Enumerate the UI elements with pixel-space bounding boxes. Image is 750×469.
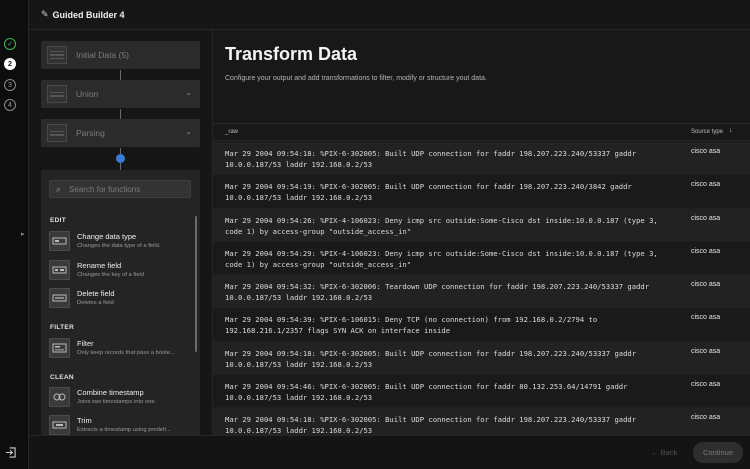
union-icon — [47, 85, 67, 103]
source-type-cell: cisco asa — [691, 314, 721, 322]
table-row[interactable]: Mar 29 2004 09:54:18: %PIX-6-302005: Bui… — [213, 341, 750, 376]
chevron-down-icon[interactable]: ⌄ — [185, 127, 192, 136]
table-row[interactable]: Mar 29 2004 09:54:32: %PIX-6-302006: Tea… — [213, 275, 750, 309]
chevron-down-icon[interactable]: ⌄ — [185, 88, 192, 97]
transform-main: Transform Data Configure your output and… — [212, 30, 750, 442]
source-type-cell: cisco asa — [691, 281, 721, 289]
raw-cell: Mar 29 2004 09:54:29: %PIX-4-106023: Den… — [225, 248, 663, 269]
section-heading-filter: FILTER — [50, 324, 75, 331]
combine-timestamp-icon — [49, 387, 70, 407]
function-search[interactable]: ⌕ — [49, 180, 191, 198]
function-description: Deletes a field — [77, 300, 114, 306]
raw-cell: Mar 29 2004 09:54:19: %PIX-6-302005: Bui… — [225, 182, 637, 203]
source-type-cell: cisco asa — [691, 247, 721, 255]
function-delete-field[interactable]: Delete field Deletes a field — [49, 288, 191, 312]
raw-cell: Mar 29 2004 09:54:18: %PIX-6-302005: Bui… — [225, 348, 641, 369]
page-title: Transform Data — [225, 44, 358, 64]
function-filter[interactable]: Filter Only keep records that pass a boo… — [49, 338, 191, 362]
function-description: Changes the key of a field — [77, 272, 145, 278]
source-type-cell: cisco asa — [691, 347, 721, 355]
events-table: Mar 29 2004 09:54:18: %PIX-6-302005: Bui… — [213, 142, 750, 442]
pipeline-connector — [120, 163, 121, 170]
raw-cell: Mar 29 2004 09:54:46: %PIX-6-302005: Bui… — [225, 382, 632, 403]
table-row[interactable]: Mar 29 2004 09:54:19: %PIX-6-302005: Bui… — [213, 175, 750, 209]
source-type-cell: cisco asa — [691, 181, 721, 189]
app-header: ✎ Guided Builder 4 — [29, 0, 750, 30]
pipeline-node-label: Initial Data (5) — [76, 50, 129, 60]
function-combine-timestamp[interactable]: Combine timestamp Joins two timestamps i… — [49, 387, 191, 411]
function-name: Combine timestamp — [77, 388, 144, 397]
table-row[interactable]: Mar 29 2004 09:54:18: %PIX-6-302005: Bui… — [213, 142, 750, 176]
pipeline-node-parsing[interactable]: Parsing ⌄ — [41, 119, 200, 147]
raw-cell: Mar 29 2004 09:54:18: %PIX-6-302005: Bui… — [225, 149, 641, 169]
step-rail: ✓ 2 3 4 ▸ — [0, 0, 29, 469]
back-button[interactable]: ← Back — [651, 448, 677, 457]
function-search-input[interactable] — [69, 184, 180, 194]
table-header: _raw Source type ↓ — [213, 123, 750, 141]
section-heading-clean: CLEAN — [50, 374, 74, 381]
search-icon: ⌕ — [56, 183, 62, 194]
function-description: Only keep records that pass a boole... — [77, 350, 175, 356]
table-icon — [47, 46, 67, 64]
back-label: Back — [660, 448, 678, 457]
add-step-dot-icon[interactable] — [116, 154, 125, 163]
step-2-indicator[interactable]: 2 — [4, 58, 16, 70]
source-type-cell: cisco asa — [691, 214, 721, 222]
rename-icon — [49, 260, 70, 280]
pipeline-connector — [120, 109, 121, 119]
raw-cell: Mar 29 2004 09:54:32: %PIX-6-302006: Tea… — [225, 282, 654, 303]
footer-bar: ← Back Continue — [29, 435, 750, 469]
table-row[interactable]: Mar 29 2004 09:54:39: %PIX-6-106015: Den… — [213, 308, 750, 342]
section-heading-edit: EDIT — [50, 217, 67, 224]
function-library: ⌕ EDIT Change data type Changes the data… — [41, 170, 200, 435]
raw-cell: Mar 29 2004 09:54:18: %PIX-6-302005: Bui… — [225, 415, 641, 436]
function-name: Delete field — [77, 289, 115, 298]
function-change-data-type[interactable]: Change data type Changes the data type o… — [49, 231, 191, 255]
function-name: Change data type — [77, 232, 137, 241]
function-description: Joins two timestamps into one. — [77, 399, 157, 405]
parsing-icon — [47, 124, 67, 142]
source-type-cell: cisco asa — [691, 414, 721, 422]
table-row[interactable]: Mar 29 2004 09:54:46: %PIX-6-302005: Bui… — [213, 375, 750, 409]
trim-icon — [49, 415, 70, 435]
arrow-down-icon[interactable]: ↓ — [729, 127, 733, 134]
function-description: Extracts a timestamp using predefi... — [77, 427, 171, 433]
source-type-cell: cisco asa — [691, 381, 721, 389]
step-1-complete-icon[interactable]: ✓ — [4, 38, 16, 50]
change-type-icon — [49, 231, 70, 251]
continue-button[interactable]: Continue — [693, 442, 743, 463]
filter-icon — [49, 338, 70, 358]
pencil-icon[interactable]: ✎ — [41, 9, 49, 20]
app-title: Guided Builder 4 — [52, 9, 125, 20]
function-name: Rename field — [77, 261, 122, 270]
expand-rail-icon[interactable]: ▸ — [21, 230, 25, 238]
step-3-indicator[interactable]: 3 — [4, 79, 16, 91]
table-row[interactable]: Mar 29 2004 09:54:26: %PIX-4-106023: Den… — [213, 208, 750, 242]
source-type-cell: cisco asa — [691, 148, 721, 155]
pipeline-node-initial-data[interactable]: Initial Data (5) — [41, 41, 200, 69]
function-name: Filter — [77, 339, 94, 348]
function-trim[interactable]: Trim Extracts a timestamp using predefi.… — [49, 415, 191, 435]
column-header-raw[interactable]: _raw — [225, 129, 238, 135]
table-row[interactable]: Mar 29 2004 09:54:29: %PIX-4-106023: Den… — [213, 241, 750, 276]
pipeline-node-union[interactable]: Union ⌄ — [41, 80, 200, 108]
pipeline-node-label: Parsing — [76, 128, 105, 138]
pipeline-node-label: Union — [76, 89, 99, 99]
function-description: Changes the data type of a field. — [77, 243, 161, 249]
step-4-indicator[interactable]: 4 — [4, 99, 16, 111]
exit-icon[interactable] — [5, 447, 16, 458]
delete-field-icon — [49, 288, 70, 308]
function-rename-field[interactable]: Rename field Changes the key of a field — [49, 260, 191, 284]
pipeline-connector — [120, 70, 121, 80]
column-header-source-type[interactable]: Source type — [691, 129, 723, 135]
page-description: Configure your output and add transforma… — [225, 75, 487, 82]
function-list-scrollbar[interactable] — [195, 216, 197, 352]
raw-cell: Mar 29 2004 09:54:39: %PIX-6-106015: Den… — [225, 315, 602, 336]
raw-cell: Mar 29 2004 09:54:26: %PIX-4-106023: Den… — [225, 215, 663, 236]
function-name: Trim — [77, 416, 92, 425]
